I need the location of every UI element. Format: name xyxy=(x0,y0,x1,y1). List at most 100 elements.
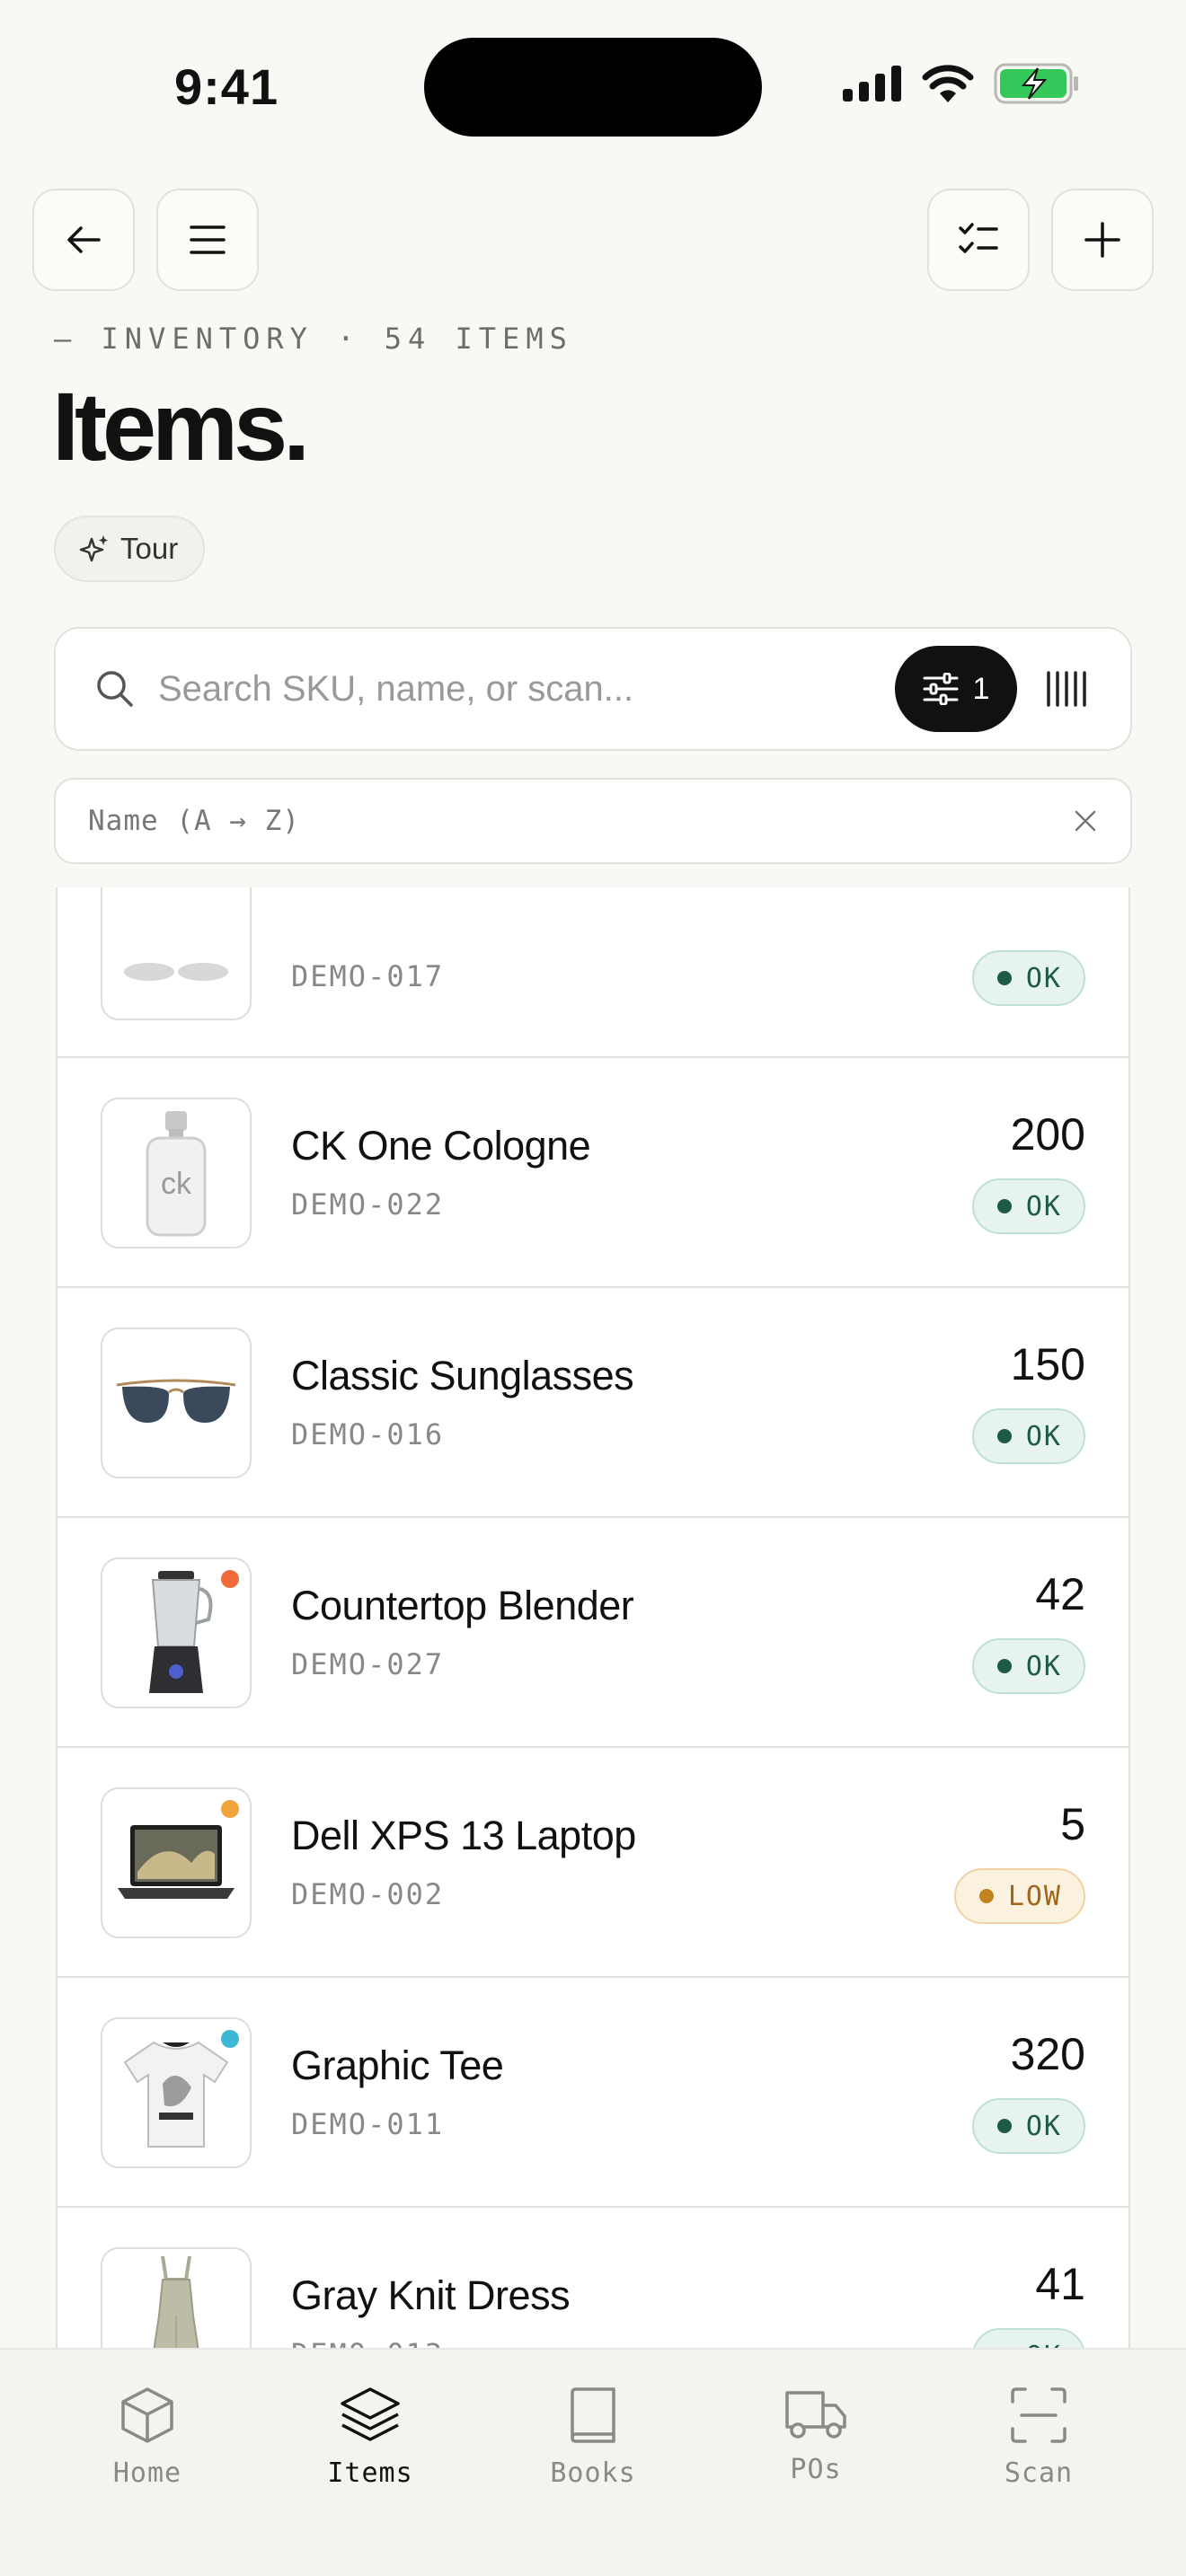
item-name: Graphic Tee xyxy=(291,2042,504,2088)
back-button[interactable] xyxy=(32,189,135,291)
table-row[interactable]: Gray Knit Dress DEMO-013 41 OK xyxy=(56,2208,1130,2348)
plus-icon xyxy=(1084,222,1120,258)
truck-icon xyxy=(785,2391,846,2439)
inventory-count-eyebrow: — INVENTORY · 54 ITEMS xyxy=(54,322,573,356)
arrow-left-icon xyxy=(67,226,101,253)
item-sku: DEMO-013 xyxy=(291,2337,444,2348)
status-label: OK xyxy=(1025,1650,1062,1682)
checklist-icon xyxy=(959,223,998,253)
menu-button[interactable] xyxy=(156,189,259,291)
battery-charging-icon xyxy=(994,63,1078,104)
status-label: LOW xyxy=(1007,1880,1062,1912)
status-dot xyxy=(996,1659,1012,1673)
status-badge: OK xyxy=(971,950,1085,1006)
status-badge: OK xyxy=(971,1638,1085,1694)
item-thumbnail xyxy=(101,887,252,1020)
sliders-icon xyxy=(923,673,959,705)
scan-icon xyxy=(1011,2387,1067,2443)
item-quantity: 5 xyxy=(1060,1799,1085,1849)
layers-icon xyxy=(341,2387,400,2441)
status-label: OK xyxy=(1025,1190,1062,1222)
book-icon xyxy=(571,2387,615,2443)
tab-label: Home xyxy=(112,2457,182,2489)
tab-scan[interactable]: Scan xyxy=(949,2350,1128,2576)
tab-items[interactable]: Items xyxy=(280,2350,460,2576)
wifi-icon xyxy=(922,65,974,102)
svg-text:ck: ck xyxy=(161,1167,192,1201)
item-thumbnail xyxy=(101,2247,252,2348)
filter-button[interactable]: 1 xyxy=(895,646,1017,732)
table-row[interactable]: Countertop Blender DEMO-027 42 OK xyxy=(56,1518,1130,1748)
item-name: CK One Cologne xyxy=(291,1123,591,1169)
item-name: Gray Knit Dress xyxy=(291,2272,571,2318)
page-title: Items. xyxy=(52,372,310,481)
clear-sort-icon[interactable] xyxy=(1073,808,1098,834)
status-badge: LOW xyxy=(953,1868,1085,1924)
item-sku: DEMO-022 xyxy=(291,1187,445,1222)
status-dot xyxy=(996,1199,1012,1213)
sort-label: Name (A → Z) xyxy=(88,805,300,837)
item-sku: DEMO-027 xyxy=(291,1647,445,1681)
item-name: Classic Sunglasses xyxy=(291,1353,634,1398)
item-quantity: 42 xyxy=(1035,1569,1085,1619)
item-name: Dell XPS 13 Laptop xyxy=(291,1813,636,1858)
status-dot xyxy=(996,971,1012,985)
product-image xyxy=(124,963,228,981)
filter-count: 1 xyxy=(972,671,990,706)
item-list: DEMO-017 OK ck CK One Cologne DEMO-022 2… xyxy=(56,887,1130,2348)
barcode-scan-icon[interactable] xyxy=(1046,671,1091,707)
status-icons xyxy=(843,63,1080,104)
item-thumbnail xyxy=(101,1557,252,1708)
select-items-button[interactable] xyxy=(927,189,1030,291)
add-item-button[interactable] xyxy=(1051,189,1154,291)
sunglasses-image xyxy=(116,1379,236,1423)
tour-button[interactable]: Tour xyxy=(54,516,206,582)
tab-books[interactable]: Books xyxy=(503,2350,683,2576)
status-dot xyxy=(996,2119,1012,2133)
status-label: OK xyxy=(1026,2341,1062,2349)
tab-label: Items xyxy=(327,2457,413,2489)
cellular-signal-icon xyxy=(843,66,901,101)
dress-image xyxy=(153,2255,199,2348)
item-quantity: 320 xyxy=(1010,2029,1085,2079)
status-time: 9:41 xyxy=(174,58,279,115)
item-sku: DEMO-017 xyxy=(291,959,445,993)
tab-pos[interactable]: POs xyxy=(726,2350,906,2576)
tab-label: Scan xyxy=(1004,2457,1074,2489)
item-sku: DEMO-016 xyxy=(291,1417,445,1451)
item-quantity: 41 xyxy=(1035,2259,1085,2309)
table-row[interactable]: DEMO-017 OK xyxy=(56,887,1130,1058)
table-row[interactable]: Dell XPS 13 Laptop DEMO-002 5 LOW xyxy=(56,1748,1130,1978)
laptop-image xyxy=(118,1825,235,1899)
status-badge: OK xyxy=(971,1178,1085,1234)
table-row[interactable]: Classic Sunglasses DEMO-016 150 OK xyxy=(56,1288,1130,1518)
category-dot xyxy=(221,2030,239,2048)
item-sku: DEMO-011 xyxy=(291,2107,445,2141)
tab-home[interactable]: Home xyxy=(58,2350,237,2576)
status-label: OK xyxy=(1025,2110,1062,2142)
search-bar: 1 xyxy=(54,627,1132,751)
status-dot xyxy=(996,1429,1012,1443)
tab-label: POs xyxy=(790,2454,842,2485)
status-badge: OK xyxy=(971,1408,1085,1464)
tshirt-image xyxy=(123,2041,229,2148)
status-badge: OK xyxy=(971,2098,1085,2154)
item-thumbnail: ck xyxy=(101,1098,252,1248)
search-input[interactable] xyxy=(158,668,895,710)
status-badge: OK xyxy=(971,2328,1085,2349)
item-quantity: 150 xyxy=(1010,1339,1085,1389)
cube-icon xyxy=(121,2387,173,2443)
table-row[interactable]: ck CK One Cologne DEMO-022 200 OK xyxy=(56,1058,1130,1288)
item-quantity: 200 xyxy=(1010,1109,1085,1160)
sort-selector[interactable]: Name (A → Z) xyxy=(54,778,1132,864)
category-dot xyxy=(221,1800,239,1818)
bottom-tab-bar: Home Items Books POs Scan xyxy=(0,2348,1186,2576)
hamburger-menu-icon xyxy=(190,225,226,254)
table-row[interactable]: Graphic Tee DEMO-011 320 OK xyxy=(56,1978,1130,2208)
item-thumbnail xyxy=(101,2017,252,2168)
status-dot xyxy=(978,1889,994,1903)
status-bar: 9:41 xyxy=(0,0,1186,171)
item-thumbnail xyxy=(101,1787,252,1938)
status-label: OK xyxy=(1025,1420,1062,1452)
status-label: OK xyxy=(1025,962,1062,994)
